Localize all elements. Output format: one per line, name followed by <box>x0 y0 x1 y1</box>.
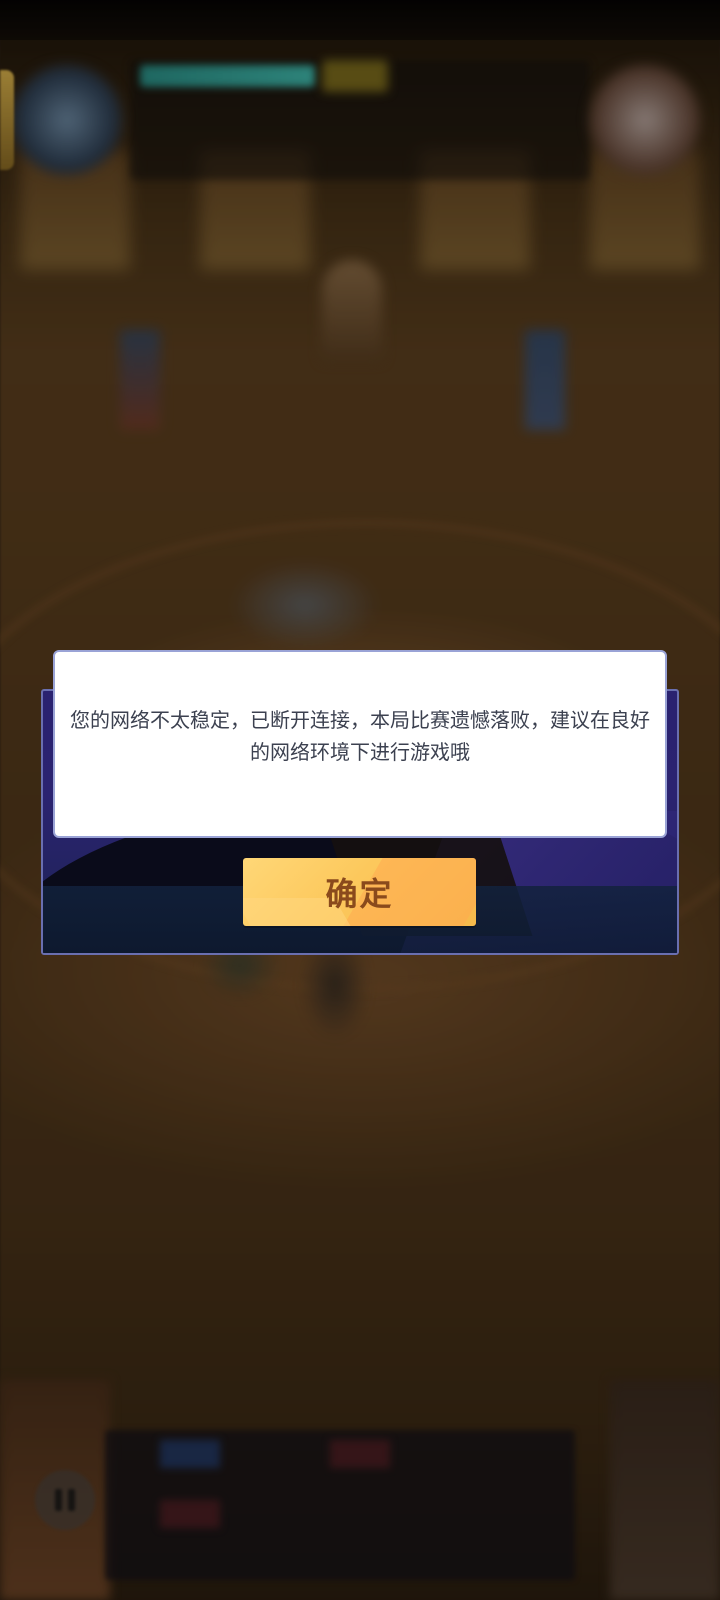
dialog-message-card: 您的网络不太稳定，已断开连接，本局比赛遗憾落败，建议在良好的网络环境下进行游戏哦 <box>53 650 667 838</box>
confirm-button-label: 确定 <box>325 875 394 913</box>
dialog-message: 您的网络不太稳定，已断开连接，本局比赛遗憾落败，建议在良好的网络环境下进行游戏哦 <box>70 708 650 764</box>
confirm-button[interactable]: 确定 <box>243 858 476 926</box>
game-screen: 您的网络不太稳定，已断开连接，本局比赛遗憾落败，建议在良好的网络环境下进行游戏哦… <box>0 0 720 1600</box>
